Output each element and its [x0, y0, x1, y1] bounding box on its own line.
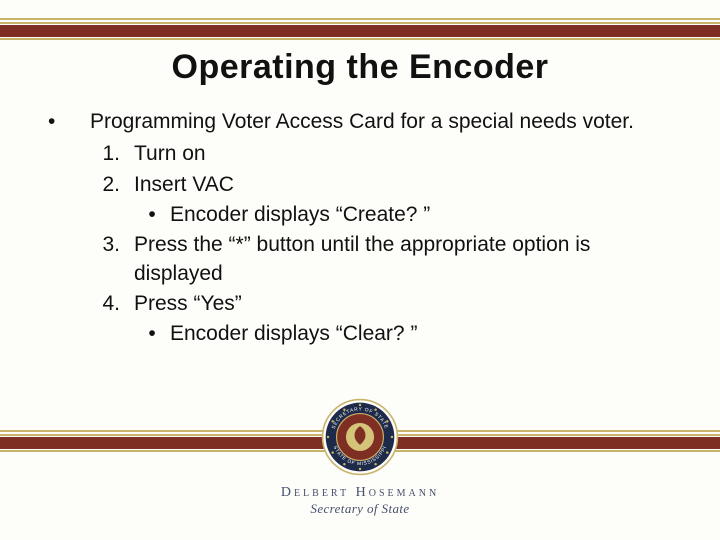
- page-title: Operating the Encoder: [0, 48, 720, 87]
- list-item: 3. Press the “*” button until the approp…: [84, 231, 678, 288]
- slide: Operating the Encoder • Programming Vote…: [0, 0, 720, 540]
- step-text: Insert VAC: [134, 171, 678, 199]
- top-divider: [0, 18, 720, 40]
- step-number: 1.: [84, 140, 134, 168]
- divider-gold-line: [0, 18, 720, 20]
- bullet-icon: •: [42, 108, 90, 136]
- intro-bullet: • Programming Voter Access Card for a sp…: [42, 108, 678, 136]
- bullet-icon: •: [134, 320, 170, 348]
- content-area: • Programming Voter Access Card for a sp…: [42, 108, 678, 349]
- sub-text: Encoder displays “Clear? ”: [170, 320, 678, 348]
- bullet-icon: •: [134, 201, 170, 229]
- step-text: Press the “*” button until the appropria…: [134, 231, 678, 288]
- step-text: Press “Yes”: [134, 290, 678, 318]
- divider-stack: [0, 18, 720, 40]
- state-seal-icon: SECRETARY OF STATE STATE OF MISSISSIPPI: [321, 398, 399, 481]
- divider-gold-line: [0, 22, 720, 24]
- footer-name-text: Delbert Hosemann: [281, 485, 439, 500]
- list-item: 2. Insert VAC: [84, 171, 678, 199]
- sub-bullet: • Encoder displays “Clear? ”: [134, 320, 678, 348]
- step-number: 4.: [84, 290, 134, 318]
- step-number: 3.: [84, 231, 134, 288]
- sub-bullet: • Encoder displays “Create? ”: [134, 201, 678, 229]
- footer-subtitle: Secretary of State: [310, 501, 409, 517]
- footer: SECRETARY OF STATE STATE OF MISSISSIPPI …: [0, 418, 720, 528]
- intro-text: Programming Voter Access Card for a spec…: [90, 108, 678, 136]
- list-item: 4. Press “Yes”: [84, 290, 678, 318]
- steps-list: 1. Turn on 2. Insert VAC • Encoder displ…: [84, 140, 678, 348]
- step-number: 2.: [84, 171, 134, 199]
- sub-text: Encoder displays “Create? ”: [170, 201, 678, 229]
- footer-name: Delbert Hosemann: [281, 485, 439, 501]
- divider-gold-line: [0, 38, 720, 40]
- list-item: 1. Turn on: [84, 140, 678, 168]
- divider-red-bar: [0, 25, 720, 37]
- step-text: Turn on: [134, 140, 678, 168]
